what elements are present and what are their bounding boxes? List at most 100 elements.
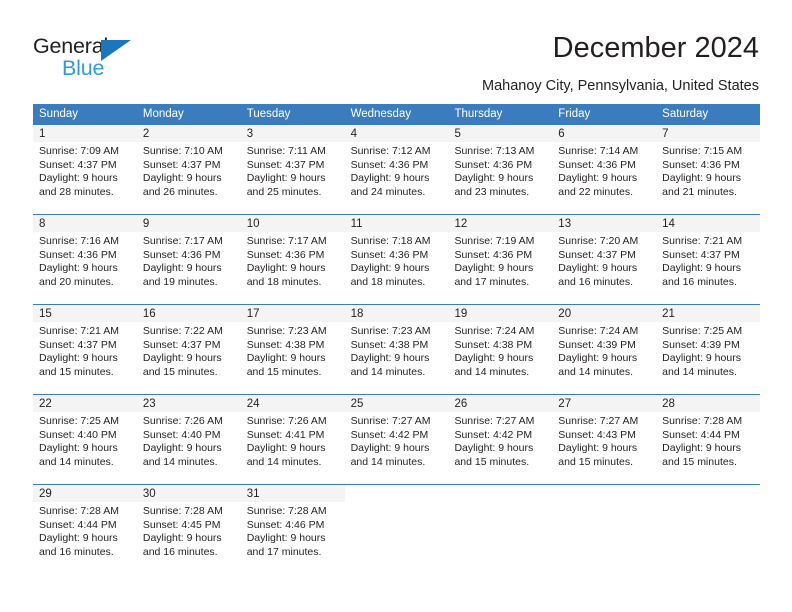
day-cell[interactable]: 30 Sunrise: 7:28 AM Sunset: 4:45 PM Dayl… xyxy=(136,485,241,574)
day-cell[interactable]: 12 Sunrise: 7:19 AM Sunset: 4:36 PM Dayl… xyxy=(448,215,553,304)
day-cell[interactable]: 29 Sunrise: 7:28 AM Sunset: 4:44 PM Dayl… xyxy=(33,485,137,574)
day-cell[interactable]: 17 Sunrise: 7:23 AM Sunset: 4:38 PM Dayl… xyxy=(240,305,345,394)
daylight-text-line1: Daylight: 9 hours xyxy=(350,262,430,275)
day-cell[interactable]: 9 Sunrise: 7:17 AM Sunset: 4:36 PM Dayli… xyxy=(136,215,241,304)
daylight-text-line1: Daylight: 9 hours xyxy=(350,172,430,185)
day-number: 25 xyxy=(344,395,449,412)
day-cell[interactable]: 13 Sunrise: 7:20 AM Sunset: 4:37 PM Dayl… xyxy=(552,215,657,304)
day-number: 14 xyxy=(656,215,761,232)
day-number xyxy=(448,485,553,502)
day-cell[interactable]: 27 Sunrise: 7:27 AM Sunset: 4:43 PM Dayl… xyxy=(552,395,657,484)
day-cell[interactable]: 2 Sunrise: 7:10 AM Sunset: 4:37 PM Dayli… xyxy=(136,125,241,214)
day-number: 19 xyxy=(448,305,553,322)
sunset-text: Sunset: 4:36 PM xyxy=(350,248,429,261)
day-number: 23 xyxy=(136,395,241,412)
weekday-monday: Monday xyxy=(142,108,184,120)
day-cell[interactable]: 20 Sunrise: 7:24 AM Sunset: 4:39 PM Dayl… xyxy=(552,305,657,394)
day-cell[interactable]: 8 Sunrise: 7:16 AM Sunset: 4:36 PM Dayli… xyxy=(33,215,137,304)
day-cell[interactable]: 5 Sunrise: 7:13 AM Sunset: 4:36 PM Dayli… xyxy=(448,125,553,214)
day-number: 9 xyxy=(136,215,241,232)
day-number: 17 xyxy=(240,305,345,322)
day-cell[interactable]: 26 Sunrise: 7:27 AM Sunset: 4:42 PM Dayl… xyxy=(448,395,553,484)
day-cell[interactable]: 1 Sunrise: 7:09 AM Sunset: 4:37 PM Dayli… xyxy=(33,125,137,214)
daylight-text-line2: and 14 minutes. xyxy=(350,455,426,468)
sunrise-text: Sunrise: 7:25 AM xyxy=(39,415,119,427)
sunset-text: Sunset: 4:36 PM xyxy=(350,158,429,171)
day-cell[interactable]: 10 Sunrise: 7:17 AM Sunset: 4:36 PM Dayl… xyxy=(240,215,345,304)
day-details: Sunrise: 7:21 AM Sunset: 4:37 PM Dayligh… xyxy=(656,232,760,289)
weekday-header-row: Sunday Monday Tuesday Wednesday Thursday… xyxy=(33,104,760,125)
day-cell[interactable]: 3 Sunrise: 7:11 AM Sunset: 4:37 PM Dayli… xyxy=(240,125,345,214)
day-details: Sunrise: 7:27 AM Sunset: 4:42 PM Dayligh… xyxy=(448,412,552,469)
sunset-text: Sunset: 4:44 PM xyxy=(39,518,117,531)
logo-triangle-icon xyxy=(101,40,131,61)
sunset-text: Sunset: 4:36 PM xyxy=(454,158,533,171)
day-cell-empty xyxy=(344,485,449,574)
day-cell[interactable]: 21 Sunrise: 7:25 AM Sunset: 4:39 PM Dayl… xyxy=(656,305,761,394)
daylight-text-line2: and 15 minutes. xyxy=(454,455,530,468)
sunrise-text: Sunrise: 7:13 AM xyxy=(454,145,535,157)
day-details: Sunrise: 7:23 AM Sunset: 4:38 PM Dayligh… xyxy=(345,322,449,379)
day-number: 28 xyxy=(656,395,761,412)
day-cell[interactable]: 31 Sunrise: 7:28 AM Sunset: 4:46 PM Dayl… xyxy=(240,485,345,574)
day-cell[interactable]: 15 Sunrise: 7:21 AM Sunset: 4:37 PM Dayl… xyxy=(33,305,137,394)
sunrise-text: Sunrise: 7:17 AM xyxy=(142,235,223,247)
day-cell[interactable]: 16 Sunrise: 7:22 AM Sunset: 4:37 PM Dayl… xyxy=(136,305,241,394)
day-cell[interactable]: 25 Sunrise: 7:27 AM Sunset: 4:42 PM Dayl… xyxy=(344,395,449,484)
daylight-text-line2: and 26 minutes. xyxy=(142,185,218,198)
day-details: Sunrise: 7:21 AM Sunset: 4:37 PM Dayligh… xyxy=(33,322,137,379)
day-number: 8 xyxy=(33,215,137,232)
sunset-text: Sunset: 4:40 PM xyxy=(142,428,221,441)
day-cell[interactable]: 4 Sunrise: 7:12 AM Sunset: 4:36 PM Dayli… xyxy=(344,125,449,214)
day-details: Sunrise: 7:12 AM Sunset: 4:36 PM Dayligh… xyxy=(345,142,449,199)
day-details: Sunrise: 7:09 AM Sunset: 4:37 PM Dayligh… xyxy=(33,142,137,199)
daylight-text-line2: and 18 minutes. xyxy=(350,275,426,288)
sunset-text: Sunset: 4:39 PM xyxy=(558,338,636,351)
daylight-text-line1: Daylight: 9 hours xyxy=(558,442,638,455)
day-cell[interactable]: 24 Sunrise: 7:26 AM Sunset: 4:41 PM Dayl… xyxy=(240,395,345,484)
daylight-text-line2: and 15 minutes. xyxy=(662,455,737,468)
day-cell[interactable]: 6 Sunrise: 7:14 AM Sunset: 4:36 PM Dayli… xyxy=(552,125,657,214)
daylight-text-line2: and 16 minutes. xyxy=(142,545,218,558)
day-cell[interactable]: 28 Sunrise: 7:28 AM Sunset: 4:44 PM Dayl… xyxy=(656,395,761,484)
day-cell[interactable]: 7 Sunrise: 7:15 AM Sunset: 4:36 PM Dayli… xyxy=(656,125,761,214)
day-number xyxy=(656,485,761,502)
day-number: 20 xyxy=(552,305,657,322)
day-number: 29 xyxy=(33,485,137,502)
day-number: 16 xyxy=(136,305,241,322)
sunrise-text: Sunrise: 7:23 AM xyxy=(246,325,327,337)
day-number: 6 xyxy=(552,125,657,142)
daylight-text-line1: Daylight: 9 hours xyxy=(246,442,326,455)
day-cell[interactable]: 18 Sunrise: 7:23 AM Sunset: 4:38 PM Dayl… xyxy=(344,305,449,394)
day-number: 18 xyxy=(344,305,449,322)
day-number: 1 xyxy=(33,125,137,142)
daylight-text-line1: Daylight: 9 hours xyxy=(558,352,638,365)
sunset-text: Sunset: 4:40 PM xyxy=(39,428,117,441)
day-details: Sunrise: 7:26 AM Sunset: 4:40 PM Dayligh… xyxy=(137,412,241,469)
page-title: December 2024 xyxy=(552,32,759,64)
day-details: Sunrise: 7:27 AM Sunset: 4:42 PM Dayligh… xyxy=(345,412,449,469)
calendar-week-row: 29 Sunrise: 7:28 AM Sunset: 4:44 PM Dayl… xyxy=(33,484,761,574)
day-details: Sunrise: 7:11 AM Sunset: 4:37 PM Dayligh… xyxy=(241,142,345,199)
daylight-text-line2: and 19 minutes. xyxy=(142,275,218,288)
day-cell[interactable]: 11 Sunrise: 7:18 AM Sunset: 4:36 PM Dayl… xyxy=(344,215,449,304)
day-number: 5 xyxy=(448,125,553,142)
sunrise-text: Sunrise: 7:12 AM xyxy=(350,145,431,157)
sunrise-text: Sunrise: 7:18 AM xyxy=(350,235,431,247)
day-cell[interactable]: 19 Sunrise: 7:24 AM Sunset: 4:38 PM Dayl… xyxy=(448,305,553,394)
day-cell[interactable]: 22 Sunrise: 7:25 AM Sunset: 4:40 PM Dayl… xyxy=(33,395,137,484)
day-cell[interactable]: 23 Sunrise: 7:26 AM Sunset: 4:40 PM Dayl… xyxy=(136,395,241,484)
daylight-text-line1: Daylight: 9 hours xyxy=(662,442,741,455)
day-cell[interactable]: 14 Sunrise: 7:21 AM Sunset: 4:37 PM Dayl… xyxy=(656,215,761,304)
weekday-wednesday: Wednesday xyxy=(350,108,412,120)
sunrise-text: Sunrise: 7:15 AM xyxy=(662,145,743,157)
day-number: 26 xyxy=(448,395,553,412)
daylight-text-line2: and 22 minutes. xyxy=(558,185,634,198)
sunset-text: Sunset: 4:42 PM xyxy=(454,428,533,441)
daylight-text-line2: and 23 minutes. xyxy=(454,185,530,198)
day-cell-empty xyxy=(448,485,553,574)
sunrise-text: Sunrise: 7:27 AM xyxy=(350,415,431,427)
daylight-text-line2: and 20 minutes. xyxy=(39,275,114,288)
day-number: 21 xyxy=(656,305,761,322)
daylight-text-line1: Daylight: 9 hours xyxy=(558,172,638,185)
